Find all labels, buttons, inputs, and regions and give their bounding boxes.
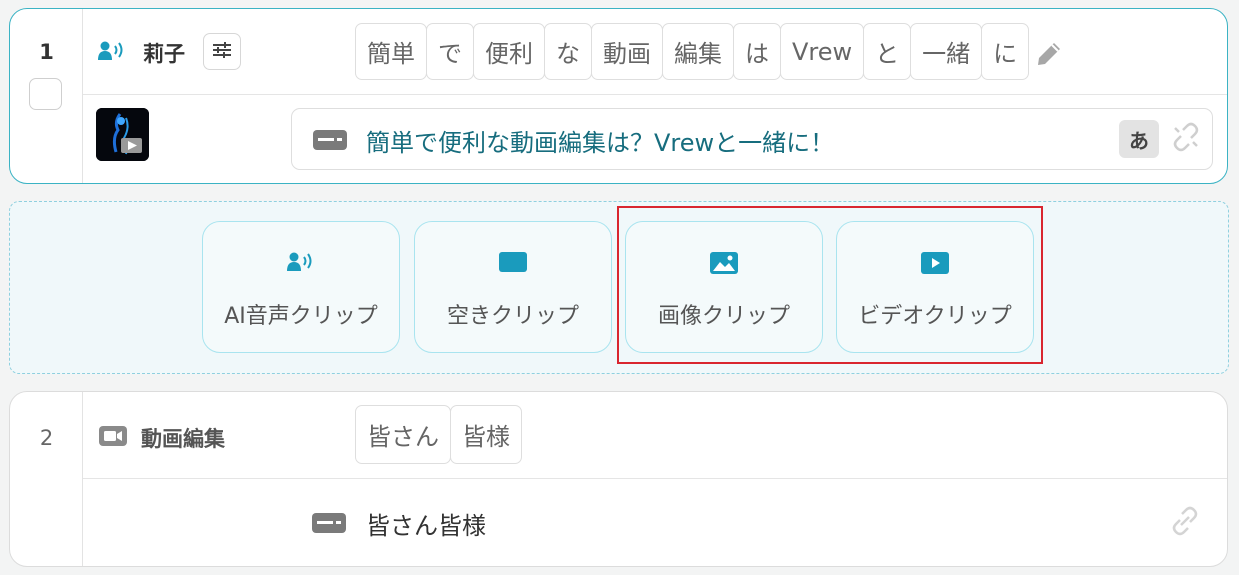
insert-empty-clip-button[interactable]: 空きクリップ: [414, 221, 612, 353]
unlink-icon[interactable]: [1170, 121, 1202, 157]
clip-number: 1: [39, 40, 54, 64]
subtitle-icon: [313, 130, 347, 154]
hiragana-badge[interactable]: あ: [1119, 120, 1159, 158]
word-chip[interactable]: と: [863, 23, 912, 80]
insert-button-label: 空きクリップ: [446, 304, 579, 329]
word-list: 簡単 で 便利 な 動画 編集 は Vrew と 一緒 に: [355, 23, 1030, 80]
link-icon[interactable]: [1170, 506, 1200, 540]
clip-2[interactable]: 2 動画編集 皆さん 皆様 皆さん皆様: [9, 391, 1228, 567]
clip-number-column: 1: [10, 9, 83, 183]
word-chip[interactable]: 皆様: [450, 405, 522, 464]
speaker-name[interactable]: 莉子: [143, 38, 185, 68]
insert-ai-voice-clip-button[interactable]: AI音声クリップ: [202, 221, 400, 353]
word-chip[interactable]: は: [733, 23, 781, 80]
highlight-annotation: [617, 206, 1043, 364]
subtitle-box[interactable]: 簡単で便利な動画編集は？Vrewと一緒に！ あ: [291, 108, 1213, 170]
word-chip[interactable]: Vrew: [780, 23, 865, 80]
pencil-icon[interactable]: [1034, 39, 1064, 73]
sliders-icon: [212, 41, 232, 63]
insert-button-label: AI音声クリップ: [224, 304, 378, 329]
clip-number: 2: [39, 426, 54, 450]
word-chip[interactable]: 編集: [662, 23, 734, 80]
ai-voice-icon: [203, 252, 399, 272]
subtitle-icon: [312, 513, 346, 537]
word-chip[interactable]: で: [426, 23, 474, 80]
clip-title[interactable]: 動画編集: [141, 423, 225, 453]
row-divider: [83, 478, 1227, 479]
word-chip[interactable]: 一緒: [910, 23, 983, 80]
word-chip[interactable]: 便利: [473, 23, 545, 80]
video-thumbnail[interactable]: [96, 108, 149, 161]
word-chip[interactable]: 皆さん: [355, 405, 451, 464]
row-divider: [83, 94, 1227, 95]
word-chip[interactable]: 動画: [591, 23, 663, 80]
subtitle-text[interactable]: 皆さん皆様: [366, 506, 486, 541]
word-chip[interactable]: に: [981, 23, 1030, 80]
voice-settings-button[interactable]: [203, 33, 241, 70]
empty-clip-icon: [415, 252, 611, 272]
video-camera-icon: [99, 426, 127, 450]
word-chip[interactable]: 簡単: [355, 23, 427, 80]
word-chip[interactable]: な: [544, 23, 592, 80]
subtitle-text[interactable]: 簡単で便利な動画編集は？Vrewと一緒に！: [366, 123, 834, 158]
clip-1[interactable]: 1 莉子 簡単 で 便利 な 動画 編集 は Vrew と 一緒 に 簡単で便利…: [9, 8, 1228, 184]
clip-checkbox[interactable]: [29, 78, 62, 110]
clip-number-column: 2: [10, 392, 83, 566]
word-list: 皆さん 皆様: [355, 405, 522, 464]
ai-voice-icon: [98, 41, 126, 65]
